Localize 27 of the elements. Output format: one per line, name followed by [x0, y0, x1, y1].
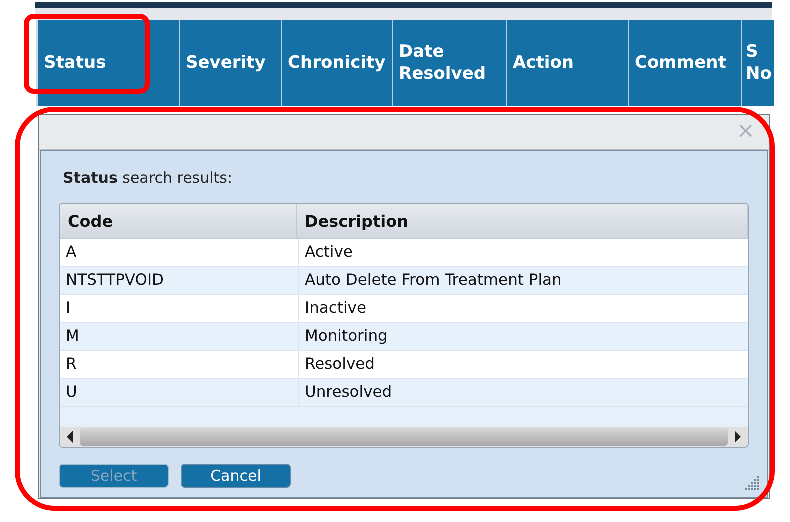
column-header[interactable]: Chronicity: [282, 20, 393, 106]
table-cell-text: Active: [304, 242, 354, 263]
table-cell: R: [60, 351, 299, 378]
column-header[interactable]: Date Resolved: [393, 20, 507, 106]
table-cell-text: Unresolved: [304, 382, 394, 403]
scroll-right-icon[interactable]: [733, 430, 743, 444]
column-header[interactable]: Action: [507, 20, 629, 106]
table-cell-text: Inactive: [304, 298, 368, 319]
column-header[interactable]: S No: [742, 20, 774, 106]
scroll-left-icon[interactable]: [65, 430, 75, 444]
column-header[interactable]: Severity: [180, 20, 282, 106]
column-header[interactable]: Comment: [629, 20, 742, 106]
table-cell: A: [60, 239, 299, 266]
column-header[interactable]: Status: [38, 20, 180, 106]
table-cell: I: [60, 295, 299, 322]
grid-column-header[interactable]: Code: [60, 204, 297, 238]
resize-grip-icon[interactable]: [745, 475, 761, 491]
table-cell-text: Resolved: [304, 354, 376, 375]
grid-column-header[interactable]: Description: [296, 204, 747, 238]
results-heading: Status search results:: [63, 169, 234, 187]
table-cell-text: Monitoring: [304, 326, 389, 347]
table-cell: M: [60, 323, 299, 350]
table-cell: NTSTTPVOID: [60, 267, 299, 294]
cancel-button[interactable]: Cancel: [181, 464, 291, 488]
horizontal-scrollbar[interactable]: [60, 427, 748, 447]
table-cell-text: Auto Delete From Treatment Plan: [304, 270, 563, 291]
table-cell: U: [60, 379, 299, 406]
